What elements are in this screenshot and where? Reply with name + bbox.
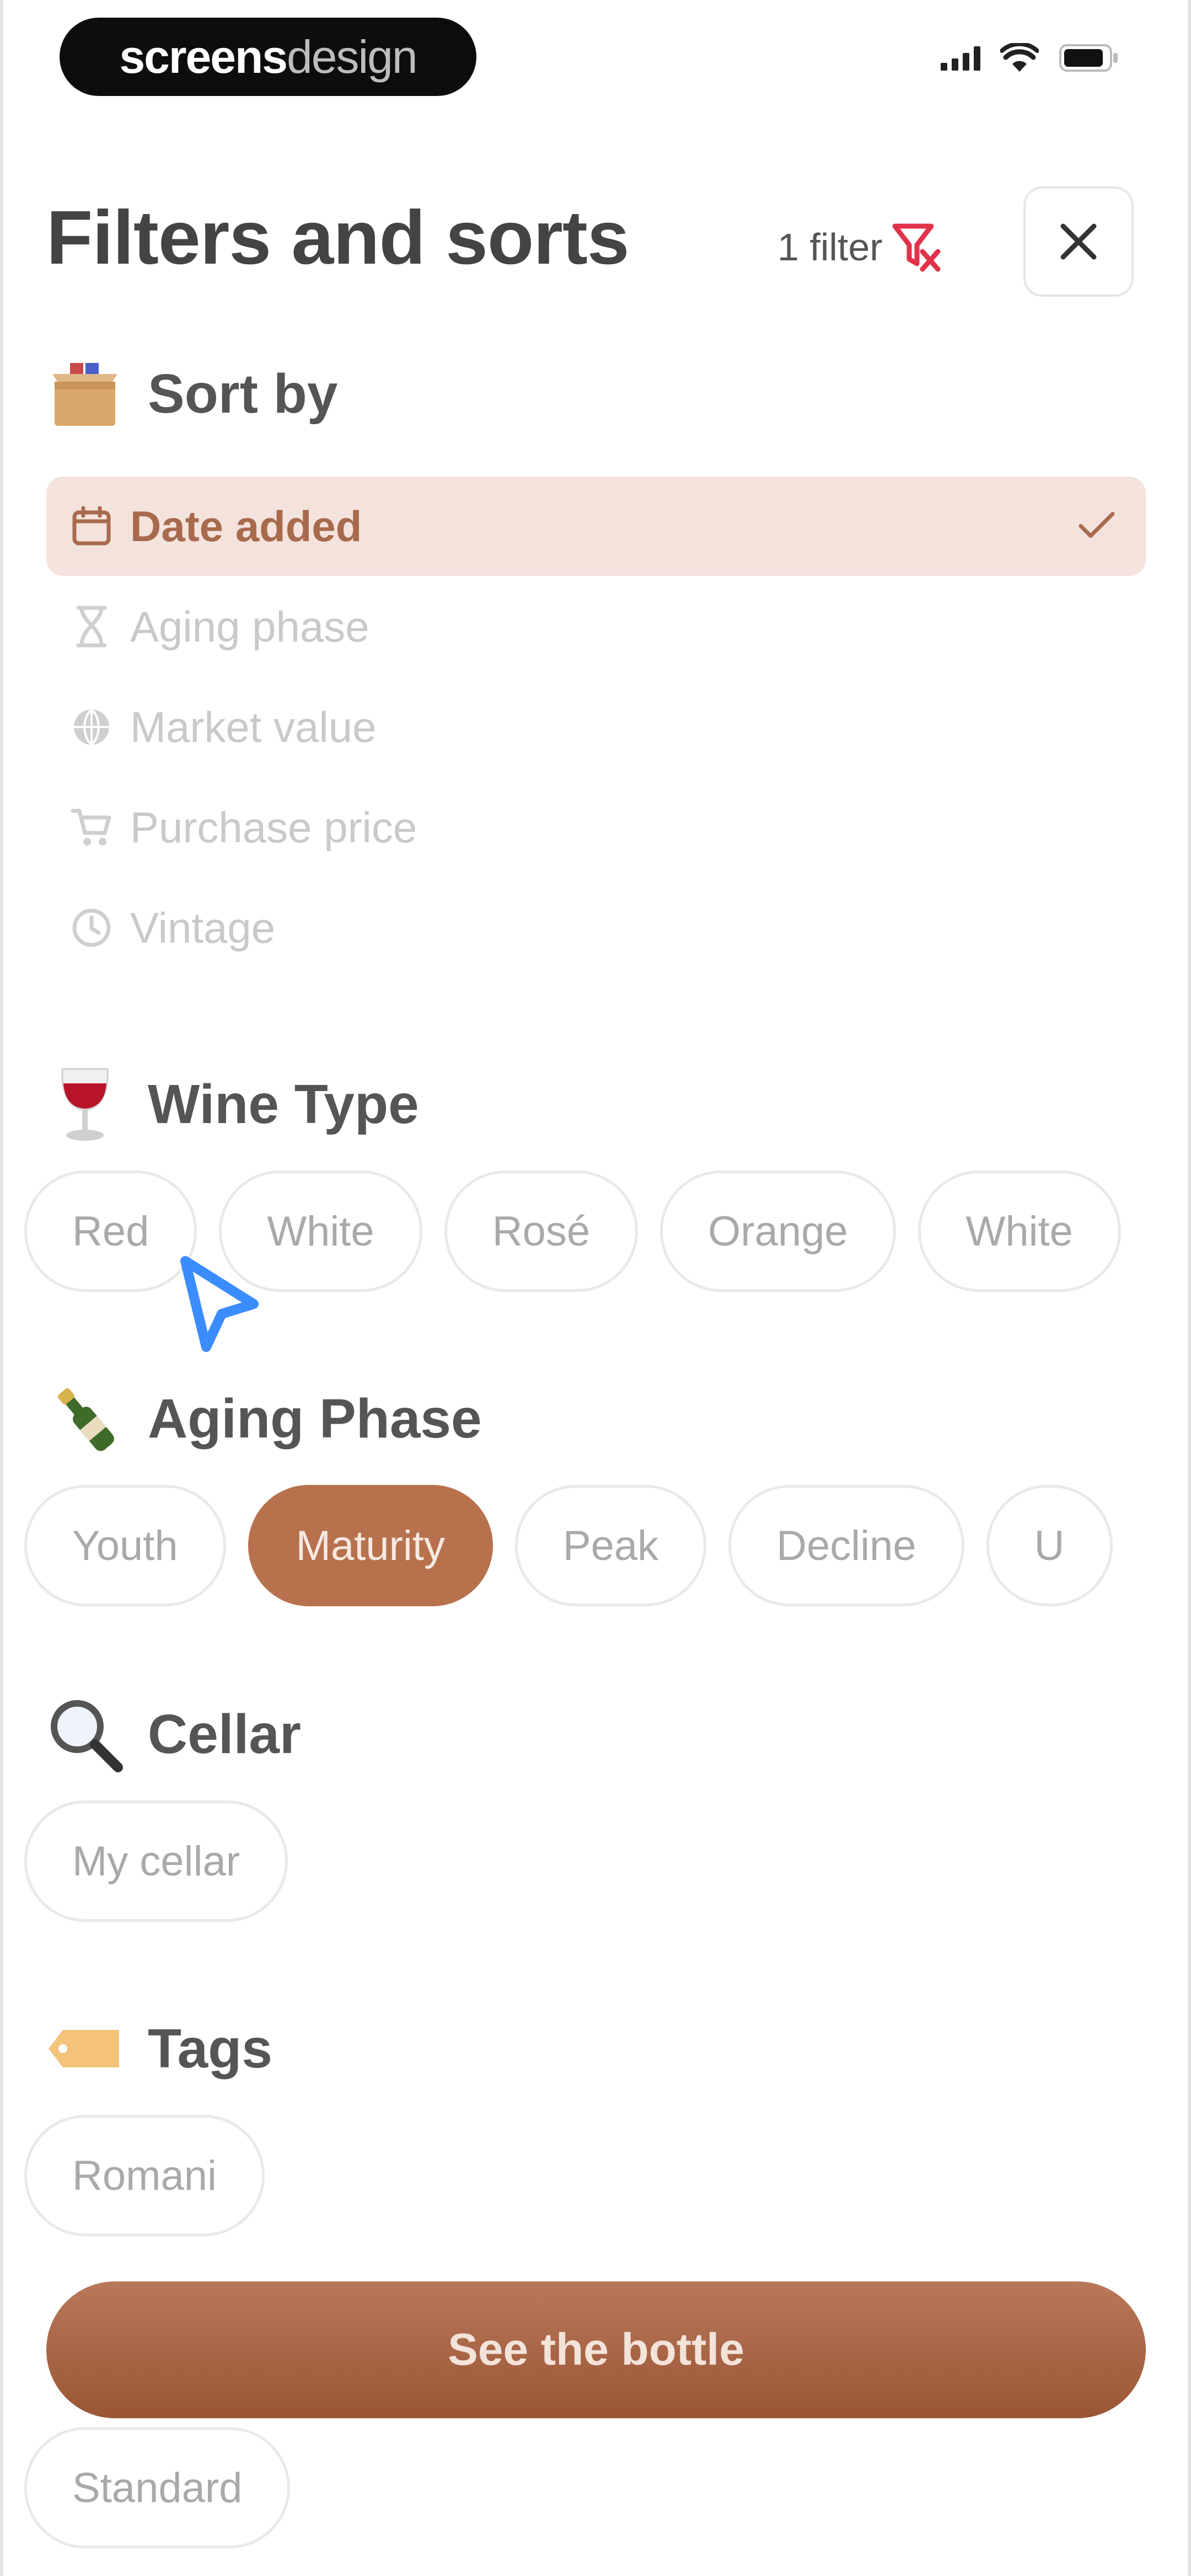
chip-wine-type-red[interactable]: Red bbox=[24, 1171, 197, 1292]
checkmark-icon bbox=[1077, 511, 1116, 542]
filter-count-label: 1 filter bbox=[777, 226, 883, 269]
brand-watermark: screens design bbox=[60, 18, 476, 96]
brand-text-primary: screens bbox=[119, 30, 288, 83]
magnifying-glass-emoji-icon bbox=[46, 1696, 124, 1773]
champagne-bottle-emoji-icon bbox=[46, 1380, 124, 1457]
tags-chip-row: Romani bbox=[24, 2115, 265, 2236]
clear-filter-icon[interactable] bbox=[892, 221, 941, 274]
sort-option-label: Aging phase bbox=[130, 602, 369, 651]
chip-tag-romani[interactable]: Romani bbox=[24, 2115, 265, 2236]
chip-wine-type-white-partial[interactable]: White bbox=[918, 1171, 1121, 1292]
close-icon bbox=[1060, 223, 1097, 260]
section-aging-phase: Aging Phase bbox=[46, 1380, 482, 1457]
battery-icon bbox=[1059, 44, 1118, 72]
sort-option-label: Purchase price bbox=[130, 803, 417, 852]
sort-option-purchase-price[interactable]: Purchase price bbox=[46, 778, 1146, 877]
section-title-tags: Tags bbox=[148, 2017, 272, 2080]
clock-icon bbox=[69, 906, 114, 950]
page-title: Filters and sorts bbox=[46, 195, 630, 280]
tag-emoji-icon bbox=[46, 2010, 124, 2087]
box-emoji-icon bbox=[46, 355, 124, 432]
section-title-cellar: Cellar bbox=[148, 1703, 301, 1765]
section-cellar: Cellar bbox=[46, 1696, 301, 1773]
active-filter-count[interactable]: 1 filter bbox=[777, 221, 941, 274]
globe-icon bbox=[69, 705, 114, 749]
chip-aging-decline[interactable]: Decline bbox=[728, 1485, 964, 1606]
screen-edge-left bbox=[0, 0, 3, 2576]
see-the-bottle-button[interactable]: See the bottle bbox=[46, 2281, 1146, 2418]
pointer-cursor-icon bbox=[180, 1256, 259, 1352]
section-wine-type: Wine Type bbox=[46, 1066, 419, 1143]
section-title-wine-type: Wine Type bbox=[148, 1073, 419, 1135]
sort-option-vintage[interactable]: Vintage bbox=[46, 878, 1146, 977]
chip-wine-type-rose[interactable]: Rosé bbox=[444, 1171, 639, 1292]
hourglass-icon bbox=[69, 605, 114, 649]
section-tags: Tags bbox=[46, 2010, 272, 2087]
cellular-signal-icon bbox=[941, 45, 980, 71]
wifi-icon bbox=[1000, 43, 1039, 72]
chip-aging-maturity[interactable]: Maturity bbox=[248, 1485, 493, 1606]
chip-aging-youth[interactable]: Youth bbox=[24, 1485, 226, 1606]
aging-phase-chip-row: Youth Maturity Peak Decline U bbox=[24, 1485, 1113, 1606]
close-button[interactable] bbox=[1023, 186, 1134, 297]
calendar-icon bbox=[69, 504, 114, 548]
sort-option-date-added[interactable]: Date added bbox=[46, 477, 1146, 576]
sort-option-label: Market value bbox=[130, 702, 377, 751]
chip-cellar-my-cellar[interactable]: My cellar bbox=[24, 1800, 288, 1922]
sort-option-label: Date added bbox=[130, 501, 362, 551]
extra-chip-row: Standard bbox=[24, 2427, 291, 2548]
sort-option-aging-phase[interactable]: Aging phase bbox=[46, 577, 1146, 676]
section-sort-by: Sort by bbox=[46, 355, 337, 432]
brand-text-secondary: design bbox=[287, 30, 418, 83]
chip-aging-partial[interactable]: U bbox=[986, 1485, 1113, 1606]
chip-aging-peak[interactable]: Peak bbox=[514, 1485, 707, 1606]
chip-standard[interactable]: Standard bbox=[24, 2427, 291, 2548]
sort-option-label: Vintage bbox=[130, 903, 276, 952]
chip-wine-type-orange[interactable]: Orange bbox=[660, 1171, 896, 1292]
section-title-aging-phase: Aging Phase bbox=[148, 1387, 482, 1450]
wine-glass-emoji-icon bbox=[46, 1066, 124, 1143]
sort-option-market-value[interactable]: Market value bbox=[46, 677, 1146, 777]
cart-icon bbox=[69, 805, 114, 849]
cellar-chip-row: My cellar bbox=[24, 1800, 288, 1922]
screen-edge-right bbox=[1188, 0, 1191, 2576]
status-bar bbox=[941, 43, 1119, 73]
section-title-sort: Sort by bbox=[148, 362, 338, 425]
